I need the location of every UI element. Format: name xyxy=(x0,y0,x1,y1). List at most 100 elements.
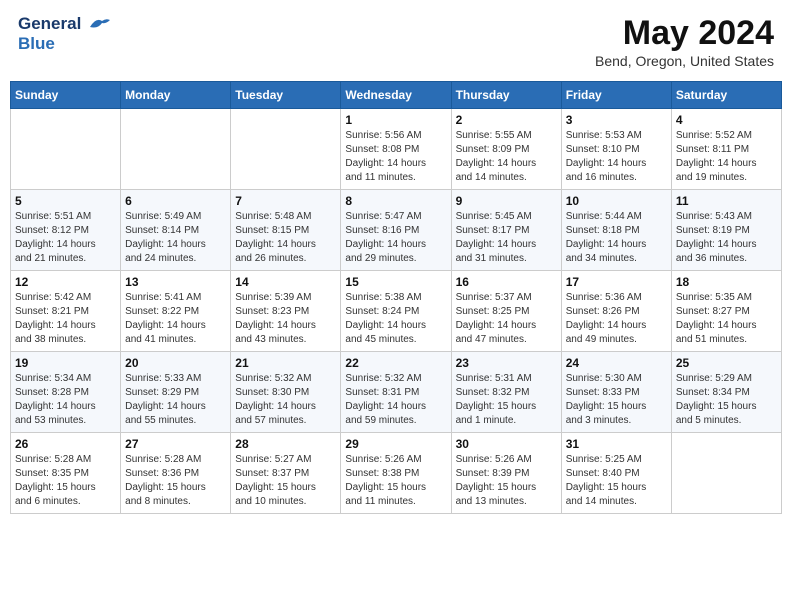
weekday-header-thursday: Thursday xyxy=(451,82,561,109)
calendar-week-row: 5 Sunrise: 5:51 AMSunset: 8:12 PMDaylight… xyxy=(11,190,782,271)
day-info: Sunrise: 5:26 AMSunset: 8:39 PMDaylight:… xyxy=(456,453,557,509)
weekday-header-sunday: Sunday xyxy=(11,82,121,109)
page-header: General Blue May 2024 Bend, Oregon, Unit… xyxy=(10,10,782,73)
calendar-cell: 13 Sunrise: 5:41 AMSunset: 8:22 PMDayligh… xyxy=(121,271,231,352)
logo-blue-text: Blue xyxy=(18,34,110,54)
calendar-cell: 30 Sunrise: 5:26 AMSunset: 8:39 PMDayligh… xyxy=(451,433,561,514)
calendar-cell: 11 Sunrise: 5:43 AMSunset: 8:19 PMDayligh… xyxy=(671,190,781,271)
logo: General Blue xyxy=(18,14,110,55)
calendar-cell: 19 Sunrise: 5:34 AMSunset: 8:28 PMDayligh… xyxy=(11,352,121,433)
calendar-cell: 4Sunrise: 5:52 AMSunset: 8:11 PMDaylight… xyxy=(671,109,781,190)
day-info: Sunrise: 5:44 AMSunset: 8:18 PMDaylight:… xyxy=(566,210,667,266)
calendar-cell: 18Sunrise: 5:35 AMSunset: 8:27 PMDayligh… xyxy=(671,271,781,352)
calendar-cell: 8Sunrise: 5:47 AMSunset: 8:16 PMDaylight… xyxy=(341,190,451,271)
calendar-cell: 5 Sunrise: 5:51 AMSunset: 8:12 PMDaylight… xyxy=(11,190,121,271)
calendar-cell: 31Sunrise: 5:25 AMSunset: 8:40 PMDayligh… xyxy=(561,433,671,514)
day-number: 3 xyxy=(566,113,667,127)
day-info: Sunrise: 5:37 AMSunset: 8:25 PMDaylight:… xyxy=(456,291,557,347)
day-number: 2 xyxy=(456,113,557,127)
calendar-week-row: 19 Sunrise: 5:34 AMSunset: 8:28 PMDayligh… xyxy=(11,352,782,433)
day-number: 24 xyxy=(566,356,667,370)
day-number: 15 xyxy=(345,275,446,289)
calendar-cell: 25Sunrise: 5:29 AMSunset: 8:34 PMDayligh… xyxy=(671,352,781,433)
day-number: 23 xyxy=(456,356,557,370)
day-info: Sunrise: 5:27 AMSunset: 8:37 PMDaylight:… xyxy=(235,453,336,509)
day-info: Sunrise: 5:29 AMSunset: 8:34 PMDaylight:… xyxy=(676,372,777,428)
calendar-cell: 9 Sunrise: 5:45 AMSunset: 8:17 PMDaylight… xyxy=(451,190,561,271)
day-info: Sunrise: 5:42 AMSunset: 8:21 PMDaylight:… xyxy=(15,291,116,347)
weekday-header-friday: Friday xyxy=(561,82,671,109)
day-number: 5 xyxy=(15,194,116,208)
day-info: Sunrise: 5:39 AMSunset: 8:23 PMDaylight:… xyxy=(235,291,336,347)
calendar-cell: 23 Sunrise: 5:31 AMSunset: 8:32 PMDayligh… xyxy=(451,352,561,433)
title-block: May 2024 Bend, Oregon, United States xyxy=(595,14,774,69)
calendar-cell: 27 Sunrise: 5:28 AMSunset: 8:36 PMDayligh… xyxy=(121,433,231,514)
calendar-cell: 26 Sunrise: 5:28 AMSunset: 8:35 PMDayligh… xyxy=(11,433,121,514)
weekday-header-saturday: Saturday xyxy=(671,82,781,109)
day-number: 13 xyxy=(125,275,226,289)
calendar-cell: 15 Sunrise: 5:38 AMSunset: 8:24 PMDayligh… xyxy=(341,271,451,352)
day-number: 27 xyxy=(125,437,226,451)
day-info: Sunrise: 5:31 AMSunset: 8:32 PMDaylight:… xyxy=(456,372,557,428)
calendar-cell: 1 Sunrise: 5:56 AMSunset: 8:08 PMDaylight… xyxy=(341,109,451,190)
calendar-cell xyxy=(11,109,121,190)
day-info: Sunrise: 5:52 AMSunset: 8:11 PMDaylight:… xyxy=(676,129,777,185)
day-number: 9 xyxy=(456,194,557,208)
day-info: Sunrise: 5:45 AMSunset: 8:17 PMDaylight:… xyxy=(456,210,557,266)
day-info: Sunrise: 5:32 AMSunset: 8:30 PMDaylight:… xyxy=(235,372,336,428)
day-number: 26 xyxy=(15,437,116,451)
day-number: 20 xyxy=(125,356,226,370)
calendar-table: SundayMondayTuesdayWednesdayThursdayFrid… xyxy=(10,81,782,514)
calendar-cell: 2Sunrise: 5:55 AMSunset: 8:09 PMDaylight… xyxy=(451,109,561,190)
day-info: Sunrise: 5:49 AMSunset: 8:14 PMDaylight:… xyxy=(125,210,226,266)
calendar-cell: 24 Sunrise: 5:30 AMSunset: 8:33 PMDayligh… xyxy=(561,352,671,433)
day-number: 22 xyxy=(345,356,446,370)
day-number: 29 xyxy=(345,437,446,451)
day-info: Sunrise: 5:48 AMSunset: 8:15 PMDaylight:… xyxy=(235,210,336,266)
calendar-cell: 3 Sunrise: 5:53 AMSunset: 8:10 PMDaylight… xyxy=(561,109,671,190)
calendar-cell xyxy=(671,433,781,514)
calendar-header-row: SundayMondayTuesdayWednesdayThursdayFrid… xyxy=(11,82,782,109)
day-info: Sunrise: 5:25 AMSunset: 8:40 PMDaylight:… xyxy=(566,453,667,509)
calendar-cell: 10 Sunrise: 5:44 AMSunset: 8:18 PMDayligh… xyxy=(561,190,671,271)
weekday-header-wednesday: Wednesday xyxy=(341,82,451,109)
month-title: May 2024 xyxy=(595,14,774,53)
day-info: Sunrise: 5:43 AMSunset: 8:19 PMDaylight:… xyxy=(676,210,777,266)
calendar-cell xyxy=(231,109,341,190)
day-info: Sunrise: 5:38 AMSunset: 8:24 PMDaylight:… xyxy=(345,291,446,347)
calendar-cell: 29 Sunrise: 5:26 AMSunset: 8:38 PMDayligh… xyxy=(341,433,451,514)
day-info: Sunrise: 5:56 AMSunset: 8:08 PMDaylight:… xyxy=(345,129,446,185)
calendar-week-row: 26 Sunrise: 5:28 AMSunset: 8:35 PMDayligh… xyxy=(11,433,782,514)
day-info: Sunrise: 5:41 AMSunset: 8:22 PMDaylight:… xyxy=(125,291,226,347)
day-number: 18 xyxy=(676,275,777,289)
day-number: 10 xyxy=(566,194,667,208)
day-info: Sunrise: 5:33 AMSunset: 8:29 PMDaylight:… xyxy=(125,372,226,428)
calendar-week-row: 1 Sunrise: 5:56 AMSunset: 8:08 PMDaylight… xyxy=(11,109,782,190)
calendar-cell: 7 Sunrise: 5:48 AMSunset: 8:15 PMDaylight… xyxy=(231,190,341,271)
calendar-cell xyxy=(121,109,231,190)
day-number: 7 xyxy=(235,194,336,208)
day-info: Sunrise: 5:34 AMSunset: 8:28 PMDaylight:… xyxy=(15,372,116,428)
day-info: Sunrise: 5:32 AMSunset: 8:31 PMDaylight:… xyxy=(345,372,446,428)
day-info: Sunrise: 5:53 AMSunset: 8:10 PMDaylight:… xyxy=(566,129,667,185)
day-number: 6 xyxy=(125,194,226,208)
day-info: Sunrise: 5:51 AMSunset: 8:12 PMDaylight:… xyxy=(15,210,116,266)
day-info: Sunrise: 5:28 AMSunset: 8:35 PMDaylight:… xyxy=(15,453,116,509)
logo-bird-icon xyxy=(88,17,110,33)
location: Bend, Oregon, United States xyxy=(595,53,774,69)
day-number: 16 xyxy=(456,275,557,289)
day-number: 11 xyxy=(676,194,777,208)
calendar-cell: 21Sunrise: 5:32 AMSunset: 8:30 PMDayligh… xyxy=(231,352,341,433)
day-info: Sunrise: 5:26 AMSunset: 8:38 PMDaylight:… xyxy=(345,453,446,509)
day-number: 28 xyxy=(235,437,336,451)
day-number: 17 xyxy=(566,275,667,289)
day-info: Sunrise: 5:30 AMSunset: 8:33 PMDaylight:… xyxy=(566,372,667,428)
day-number: 1 xyxy=(345,113,446,127)
calendar-cell: 14Sunrise: 5:39 AMSunset: 8:23 PMDayligh… xyxy=(231,271,341,352)
day-info: Sunrise: 5:28 AMSunset: 8:36 PMDaylight:… xyxy=(125,453,226,509)
day-number: 30 xyxy=(456,437,557,451)
calendar-cell: 20 Sunrise: 5:33 AMSunset: 8:29 PMDayligh… xyxy=(121,352,231,433)
day-number: 19 xyxy=(15,356,116,370)
calendar-week-row: 12Sunrise: 5:42 AMSunset: 8:21 PMDayligh… xyxy=(11,271,782,352)
calendar-cell: 16 Sunrise: 5:37 AMSunset: 8:25 PMDayligh… xyxy=(451,271,561,352)
